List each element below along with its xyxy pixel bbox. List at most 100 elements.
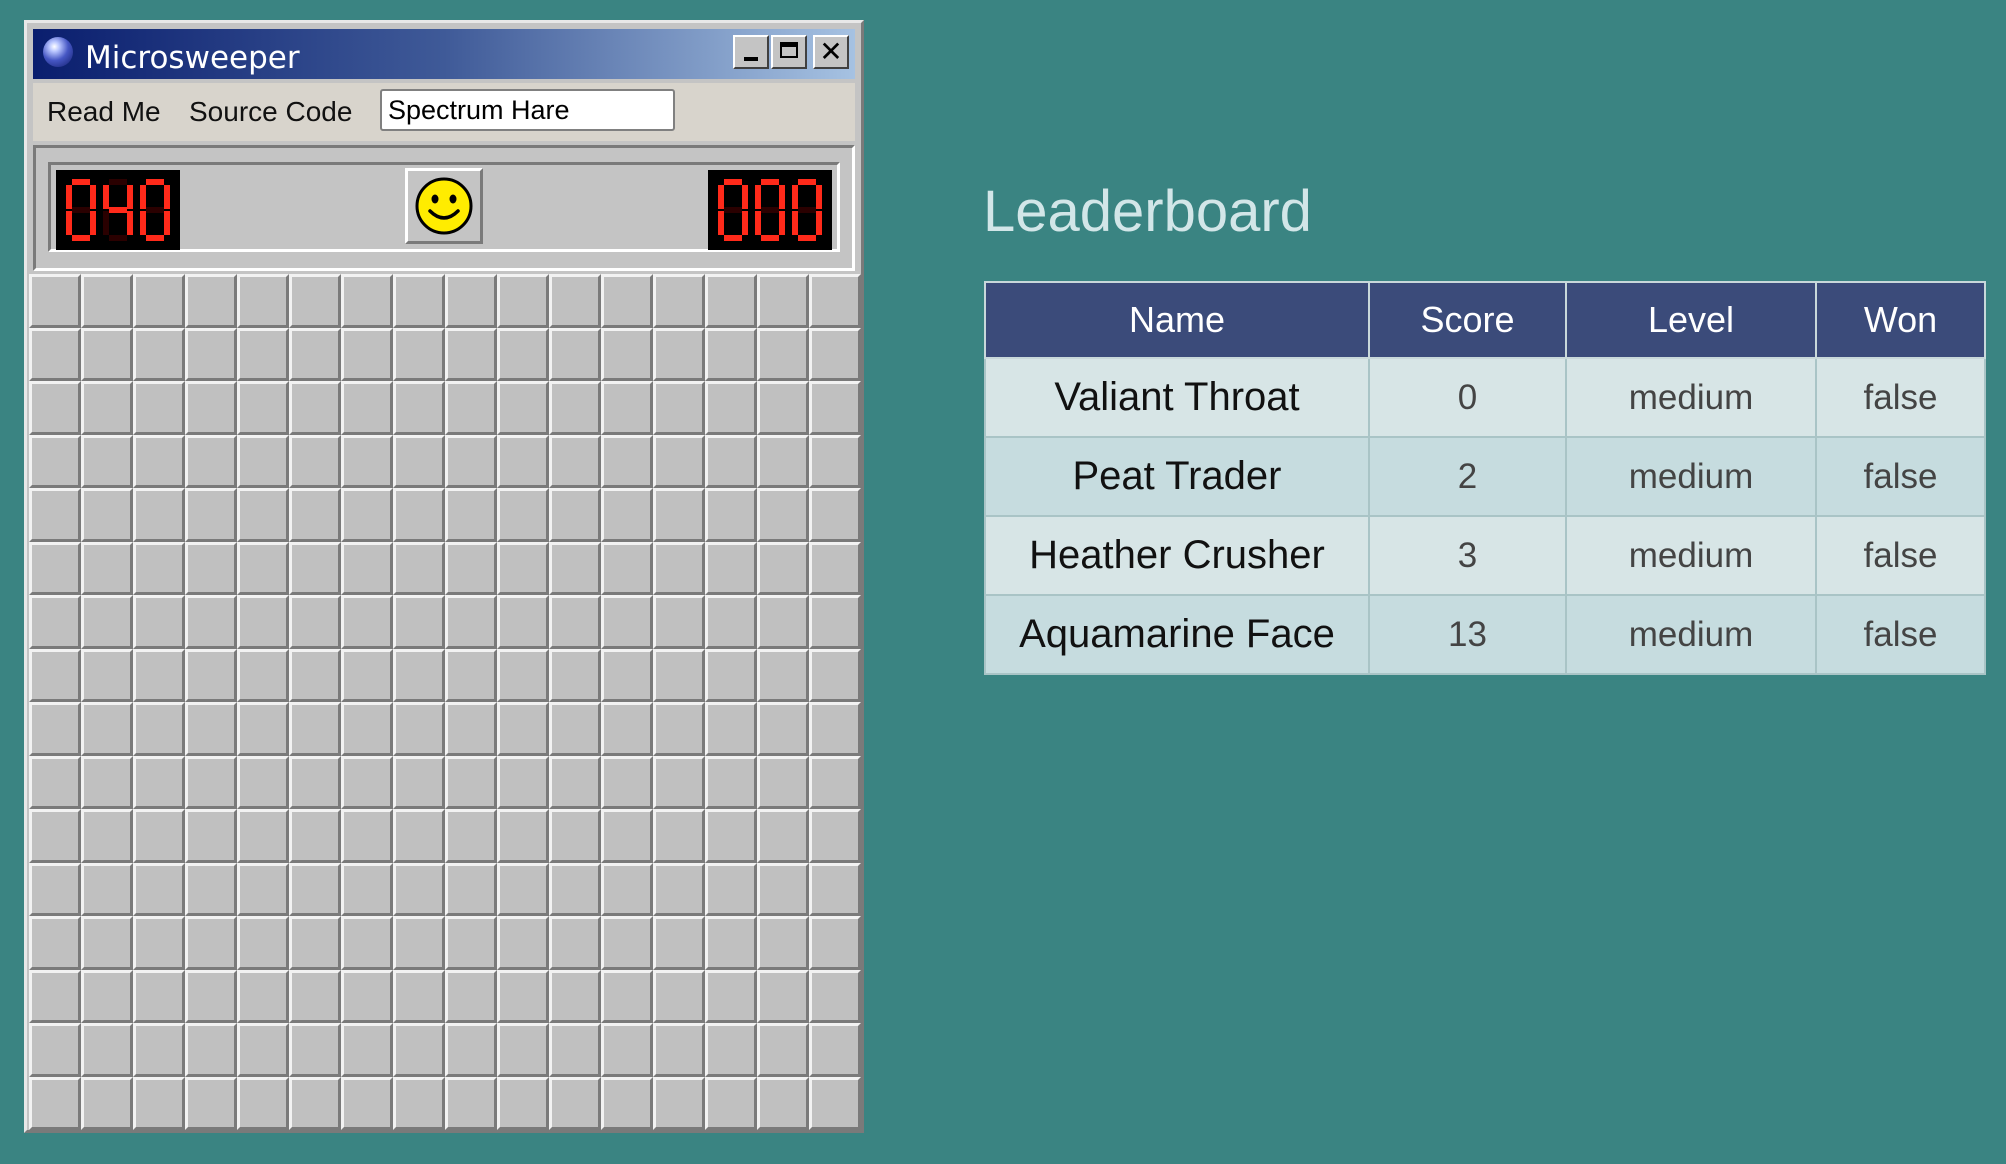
mine-cell[interactable] xyxy=(497,648,549,702)
mine-cell[interactable] xyxy=(237,916,289,970)
mine-cell[interactable] xyxy=(133,809,185,863)
smiley-reset-button[interactable] xyxy=(405,168,483,244)
mine-cell[interactable] xyxy=(601,969,653,1023)
mine-cell[interactable] xyxy=(601,862,653,916)
mine-cell[interactable] xyxy=(549,916,601,970)
mine-cell[interactable] xyxy=(289,1023,341,1077)
mine-cell[interactable] xyxy=(549,1023,601,1077)
mine-cell[interactable] xyxy=(601,1076,653,1130)
mine-cell[interactable] xyxy=(445,755,497,809)
mine-cell[interactable] xyxy=(497,809,549,863)
mine-cell[interactable] xyxy=(133,1023,185,1077)
mine-cell[interactable] xyxy=(601,595,653,649)
mine-cell[interactable] xyxy=(81,541,133,595)
mine-cell[interactable] xyxy=(133,916,185,970)
mine-cell[interactable] xyxy=(81,274,133,328)
mine-cell[interactable] xyxy=(133,1076,185,1130)
mine-cell[interactable] xyxy=(705,702,757,756)
mine-cell[interactable] xyxy=(341,595,393,649)
mine-cell[interactable] xyxy=(757,862,809,916)
mine-cell[interactable] xyxy=(757,702,809,756)
mine-cell[interactable] xyxy=(653,916,705,970)
mine-cell[interactable] xyxy=(237,434,289,488)
mine-cell[interactable] xyxy=(81,488,133,542)
mine-cell[interactable] xyxy=(133,595,185,649)
mine-cell[interactable] xyxy=(185,969,237,1023)
mine-cell[interactable] xyxy=(133,488,185,542)
mine-cell[interactable] xyxy=(445,381,497,435)
mine-cell[interactable] xyxy=(445,916,497,970)
mine-cell[interactable] xyxy=(809,1076,861,1130)
mine-cell[interactable] xyxy=(341,969,393,1023)
mine-cell[interactable] xyxy=(549,809,601,863)
mine-cell[interactable] xyxy=(81,755,133,809)
mine-cell[interactable] xyxy=(185,595,237,649)
mine-cell[interactable] xyxy=(601,488,653,542)
mine-cell[interactable] xyxy=(393,381,445,435)
mine-cell[interactable] xyxy=(29,755,81,809)
mine-cell[interactable] xyxy=(601,274,653,328)
mine-cell[interactable] xyxy=(497,595,549,649)
close-button[interactable]: ✕ xyxy=(813,35,849,69)
mine-cell[interactable] xyxy=(289,381,341,435)
mine-cell[interactable] xyxy=(653,434,705,488)
mine-cell[interactable] xyxy=(757,541,809,595)
mine-cell[interactable] xyxy=(133,862,185,916)
mine-cell[interactable] xyxy=(237,809,289,863)
mine-cell[interactable] xyxy=(133,969,185,1023)
mine-cell[interactable] xyxy=(289,916,341,970)
mine-cell[interactable] xyxy=(445,541,497,595)
mine-cell[interactable] xyxy=(601,755,653,809)
mine-cell[interactable] xyxy=(549,434,601,488)
mine-cell[interactable] xyxy=(341,488,393,542)
mine-cell[interactable] xyxy=(445,434,497,488)
mine-cell[interactable] xyxy=(549,1076,601,1130)
mine-cell[interactable] xyxy=(393,327,445,381)
mine-cell[interactable] xyxy=(29,1076,81,1130)
mine-cell[interactable] xyxy=(445,274,497,328)
mine-cell[interactable] xyxy=(341,1023,393,1077)
mine-cell[interactable] xyxy=(29,916,81,970)
mine-cell[interactable] xyxy=(393,434,445,488)
mine-cell[interactable] xyxy=(653,969,705,1023)
mine-cell[interactable] xyxy=(809,648,861,702)
mine-cell[interactable] xyxy=(497,541,549,595)
mine-cell[interactable] xyxy=(289,809,341,863)
mine-cell[interactable] xyxy=(705,1076,757,1130)
mine-cell[interactable] xyxy=(237,862,289,916)
mine-cell[interactable] xyxy=(601,541,653,595)
mine-cell[interactable] xyxy=(497,916,549,970)
mine-cell[interactable] xyxy=(81,809,133,863)
mine-cell[interactable] xyxy=(549,755,601,809)
mine-cell[interactable] xyxy=(237,327,289,381)
mine-cell[interactable] xyxy=(705,809,757,863)
mine-cell[interactable] xyxy=(705,327,757,381)
mine-cell[interactable] xyxy=(809,327,861,381)
mine-cell[interactable] xyxy=(653,1023,705,1077)
mine-cell[interactable] xyxy=(653,541,705,595)
mine-cell[interactable] xyxy=(133,274,185,328)
mine-cell[interactable] xyxy=(549,969,601,1023)
mine-cell[interactable] xyxy=(29,381,81,435)
mine-cell[interactable] xyxy=(133,541,185,595)
mine-cell[interactable] xyxy=(341,381,393,435)
mine-cell[interactable] xyxy=(289,274,341,328)
mine-cell[interactable] xyxy=(705,969,757,1023)
mine-cell[interactable] xyxy=(341,702,393,756)
mine-cell[interactable] xyxy=(705,755,757,809)
mine-cell[interactable] xyxy=(653,809,705,863)
mine-cell[interactable] xyxy=(757,434,809,488)
mine-cell[interactable] xyxy=(809,541,861,595)
mine-cell[interactable] xyxy=(29,1023,81,1077)
mine-cell[interactable] xyxy=(705,488,757,542)
mine-cell[interactable] xyxy=(497,488,549,542)
mine-cell[interactable] xyxy=(289,1076,341,1130)
mine-cell[interactable] xyxy=(81,702,133,756)
mine-cell[interactable] xyxy=(289,488,341,542)
source-code-link[interactable]: Source Code xyxy=(189,96,352,128)
mine-cell[interactable] xyxy=(497,327,549,381)
mine-cell[interactable] xyxy=(29,327,81,381)
mine-cell[interactable] xyxy=(341,327,393,381)
mine-cell[interactable] xyxy=(601,916,653,970)
mine-cell[interactable] xyxy=(601,381,653,435)
